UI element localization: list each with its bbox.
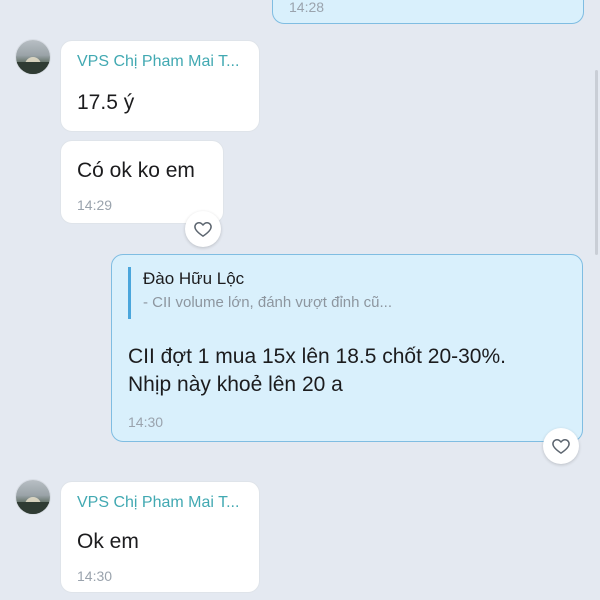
message-text-line: CII đợt 1 mua 15x lên 18.5 chốt 20-30%. — [128, 345, 506, 368]
quote-text: - CII volume lớn, đánh vượt đỉnh cũ... — [143, 294, 392, 311]
quote-author: Đào Hữu Lộc — [143, 269, 245, 288]
message-timestamp: 14:30 — [128, 414, 164, 430]
message-text: Có ok ko em — [77, 159, 195, 182]
message-timestamp: 14:29 — [77, 197, 113, 213]
message-text: 17.5 ý — [77, 91, 135, 114]
chat-message-list[interactable]: 14:28 VPS Chị Pham Mai T... 17.5 ý Có ok… — [0, 0, 600, 600]
outgoing-message-bubble[interactable]: Đào Hữu Lộc - CII volume lớn, đánh vượt … — [111, 254, 583, 442]
heart-outline-icon — [552, 438, 570, 454]
heart-outline-icon — [194, 221, 212, 237]
react-button[interactable] — [185, 211, 221, 247]
message-text: Ok em — [77, 530, 139, 553]
incoming-message-bubble[interactable]: VPS Chị Pham Mai T... 17.5 ý — [60, 40, 260, 132]
outgoing-message-bubble[interactable]: 14:28 — [272, 0, 584, 24]
sender-name[interactable]: VPS Chị Pham Mai T... — [77, 53, 239, 71]
react-button[interactable] — [543, 428, 579, 464]
incoming-message-bubble[interactable]: VPS Chị Pham Mai T... Ok em 14:30 — [60, 481, 260, 593]
message-timestamp: 14:28 — [289, 0, 325, 15]
sender-name[interactable]: VPS Chị Pham Mai T... — [77, 494, 239, 512]
quoted-message[interactable]: Đào Hữu Lộc - CII volume lớn, đánh vượt … — [128, 267, 392, 319]
avatar[interactable] — [16, 40, 50, 74]
avatar[interactable] — [16, 480, 50, 514]
message-timestamp: 14:30 — [77, 568, 113, 584]
message-text-line: Nhịp này khoẻ lên 20 a — [128, 373, 343, 396]
scrollbar[interactable] — [595, 70, 598, 255]
